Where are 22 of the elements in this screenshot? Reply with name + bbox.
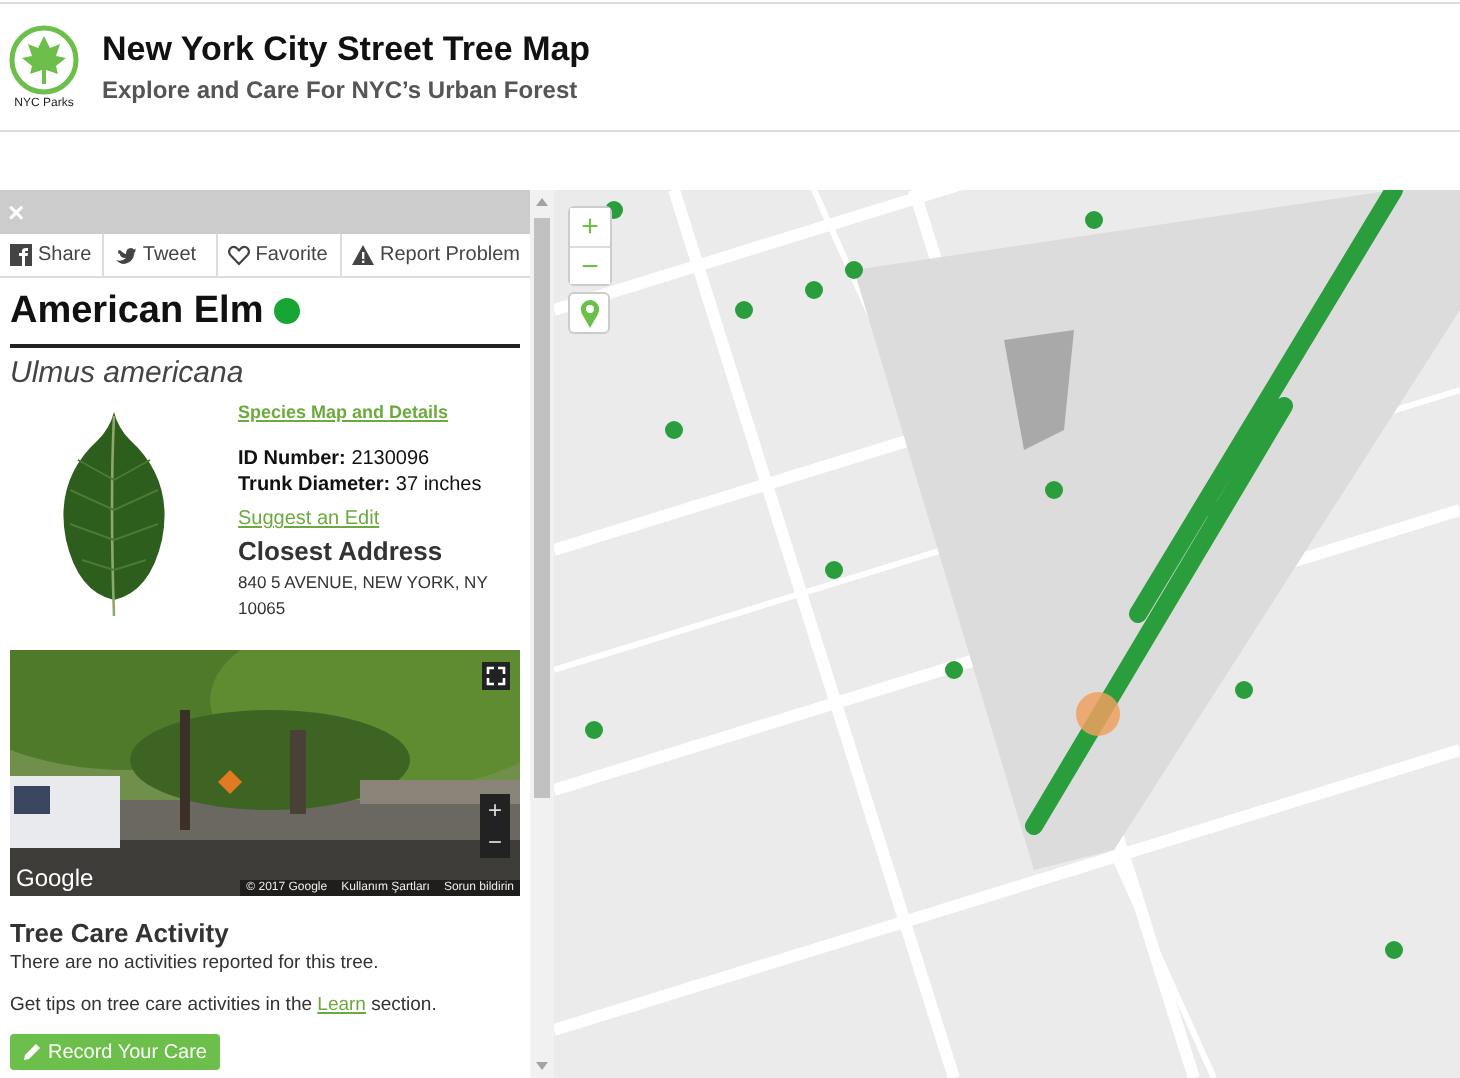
field-text: Trunk Diameter: 37 inches bbox=[238, 472, 484, 498]
scientific-name: Ulmus americana bbox=[10, 356, 246, 390]
facebook-icon bbox=[10, 244, 32, 266]
site-subtitle: Explore and Care For NYC’s Urban Forest bbox=[102, 76, 580, 104]
pencil-icon bbox=[22, 1042, 42, 1062]
address-text: 840 5 AVENUE, NEW YORK, NY 10065 bbox=[238, 570, 488, 622]
bird-icon bbox=[114, 244, 137, 266]
map-logo: Google bbox=[16, 864, 94, 892]
section-heading: Closest Address bbox=[238, 536, 445, 566]
maple-leaf-logo-icon bbox=[8, 24, 80, 96]
fullscreen-icon[interactable] bbox=[482, 662, 510, 690]
empty-message: There are no activities reported for this tree. bbox=[10, 952, 381, 974]
location-pin-icon bbox=[579, 299, 599, 327]
heart-icon bbox=[227, 244, 250, 266]
warning-icon bbox=[351, 244, 374, 266]
field-text: ID Number: 2130096 bbox=[238, 446, 432, 472]
tip-text: Get tips on tree care activities in the Learn section. bbox=[10, 994, 439, 1016]
species-name: American Elm bbox=[10, 289, 264, 333]
locate-button[interactable] bbox=[568, 292, 610, 334]
site-title: New York City Street Tree Map bbox=[102, 30, 591, 70]
section-heading: Tree Care Activity bbox=[10, 918, 231, 948]
scrollbar[interactable] bbox=[530, 190, 554, 1078]
